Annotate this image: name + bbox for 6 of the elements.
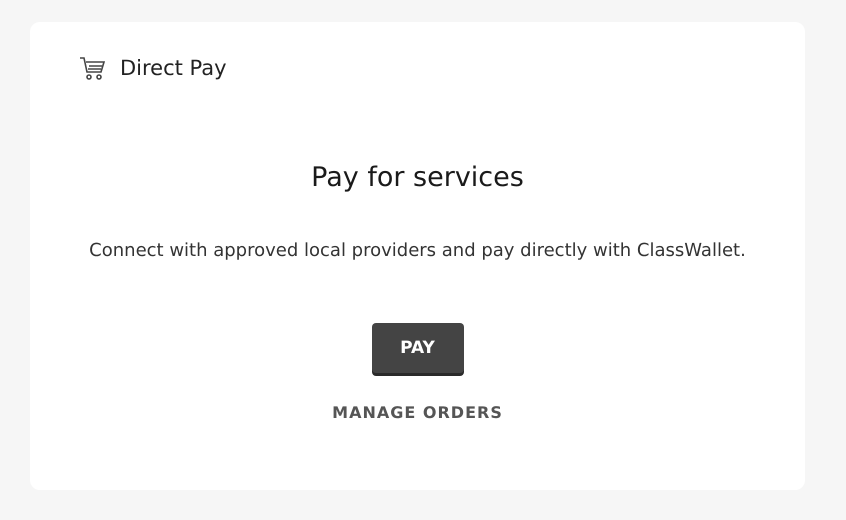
cart-icon <box>78 54 106 82</box>
description: Connect with approved local providers and pay directly with ClassWallet. <box>88 239 747 263</box>
pay-button[interactable]: PAY <box>372 323 464 373</box>
section-title: Direct Pay <box>120 56 227 80</box>
heading: Pay for services <box>310 162 525 193</box>
manage-orders-link[interactable]: MANAGE ORDERS <box>332 403 503 422</box>
